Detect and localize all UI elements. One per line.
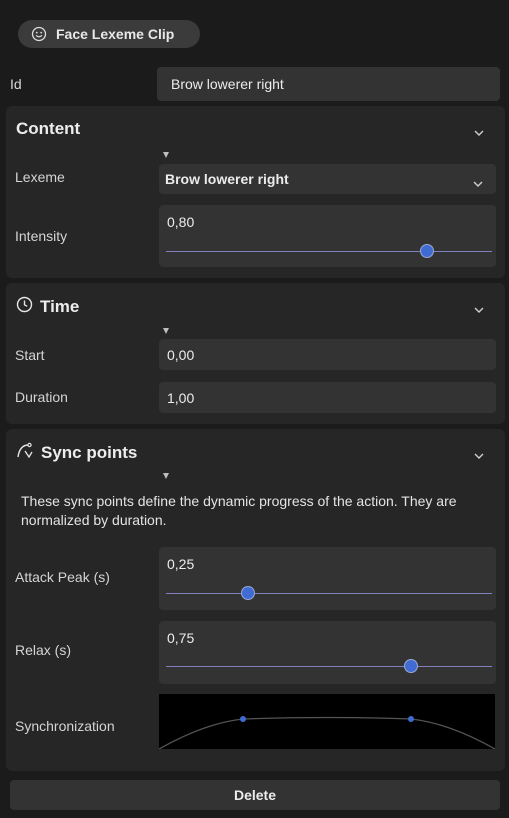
- synchronization-curve-line: [158, 716, 496, 750]
- content-header[interactable]: Content: [16, 119, 80, 139]
- sync-description: These sync points define the dynamic pro…: [21, 493, 457, 528]
- collapse-triangle-icon: [163, 473, 169, 479]
- chevron-down-icon[interactable]: [473, 301, 485, 319]
- relax-value: 0,75: [167, 630, 195, 646]
- relax-point[interactable]: [408, 716, 414, 722]
- content-panel: Content Lexeme Brow lowerer right Intens…: [6, 106, 505, 278]
- attack-peak-label: Attack Peak (s): [15, 569, 110, 585]
- duration-input[interactable]: 1,00: [159, 382, 496, 413]
- sync-points-panel: Sync points These sync points define the…: [6, 429, 505, 771]
- relax-slider[interactable]: 0,75: [159, 621, 496, 684]
- synchronization-curve: [158, 716, 496, 750]
- collapse-triangle-icon: [163, 152, 169, 158]
- time-panel: Time Start 0,00 Duration 1,00: [6, 283, 505, 424]
- clip-type-chip: Face Lexeme Clip: [18, 20, 200, 48]
- smiley-icon: [31, 26, 47, 42]
- id-row: Id Brow lowerer right: [0, 67, 509, 101]
- start-label: Start: [15, 347, 45, 363]
- collapse-triangle-icon: [163, 328, 169, 334]
- synchronization-graph[interactable]: [158, 694, 496, 750]
- relax-track: [166, 666, 492, 667]
- intensity-slider[interactable]: 0,80: [159, 205, 496, 267]
- delete-button[interactable]: Delete: [10, 780, 500, 810]
- attack-point[interactable]: [240, 716, 246, 722]
- attack-peak-track: [166, 593, 492, 594]
- lexeme-label: Lexeme: [15, 169, 65, 185]
- synchronization-label: Synchronization: [15, 718, 115, 734]
- chevron-down-icon: [472, 175, 484, 191]
- time-title: Time: [40, 297, 80, 316]
- id-input[interactable]: Brow lowerer right: [157, 67, 500, 101]
- sync-points-header[interactable]: Sync points: [16, 442, 137, 464]
- intensity-value: 0,80: [167, 214, 195, 230]
- intensity-track: [166, 251, 492, 252]
- lexeme-select-value: Brow lowerer right: [165, 171, 289, 187]
- intensity-knob[interactable]: [419, 244, 434, 258]
- content-title: Content: [16, 119, 81, 138]
- chevron-down-icon[interactable]: [473, 447, 485, 465]
- intensity-label: Intensity: [15, 228, 68, 244]
- time-header[interactable]: Time: [16, 296, 79, 318]
- clip-type-title: Face Lexeme Clip: [56, 26, 175, 42]
- id-label: Id: [10, 76, 22, 92]
- attack-peak-knob[interactable]: [240, 586, 255, 600]
- relax-label: Relax (s): [15, 642, 72, 658]
- attack-peak-value: 0,25: [167, 556, 195, 572]
- relax-knob[interactable]: [403, 659, 418, 673]
- start-input[interactable]: 0,00: [159, 339, 496, 370]
- sync-points-title: Sync points: [41, 443, 138, 462]
- lexeme-select[interactable]: Brow lowerer right: [159, 164, 496, 194]
- clock-icon: [16, 296, 33, 318]
- sync-curve-icon: [16, 442, 34, 464]
- attack-peak-slider[interactable]: 0,25: [159, 547, 496, 610]
- chevron-down-icon[interactable]: [473, 124, 485, 142]
- duration-label: Duration: [15, 389, 68, 405]
